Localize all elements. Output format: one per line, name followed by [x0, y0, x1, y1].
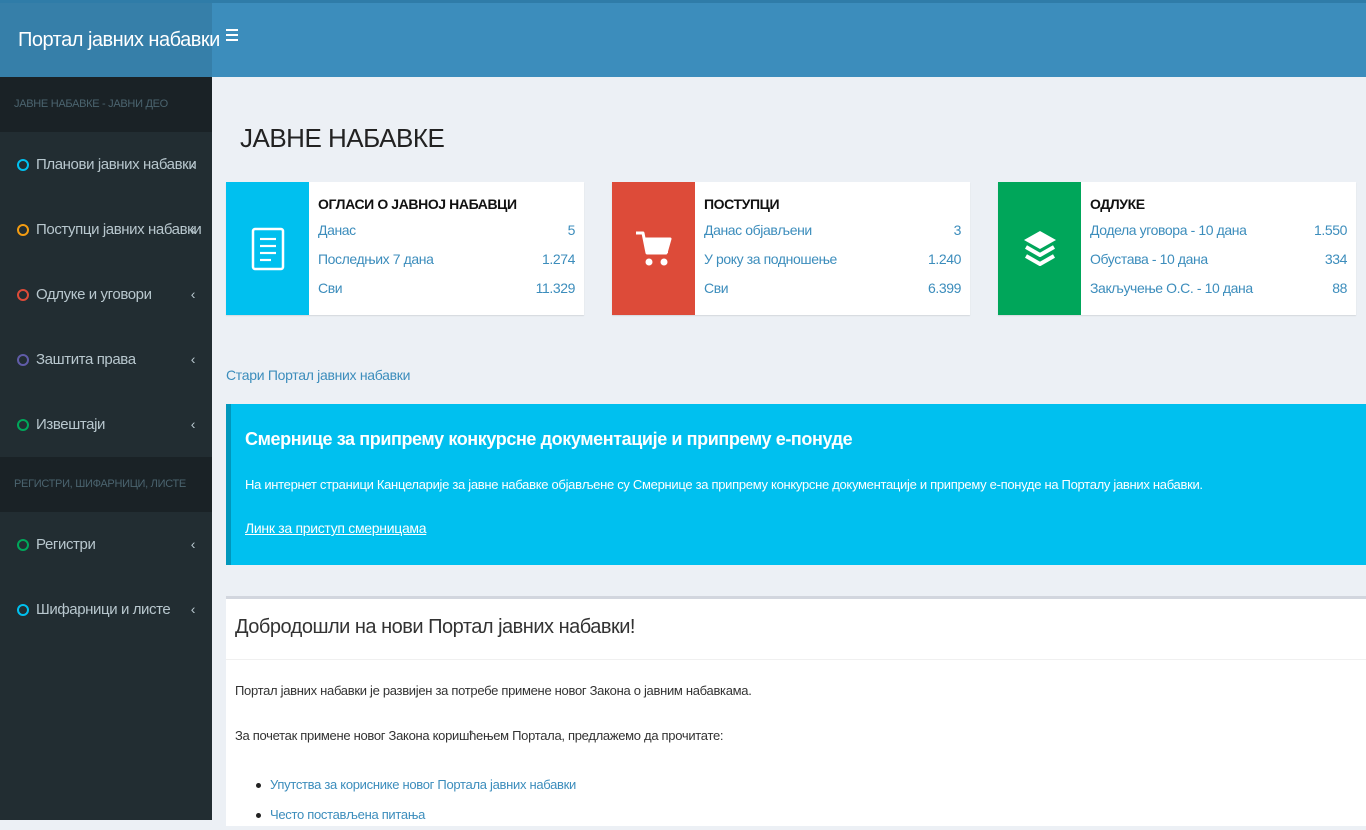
- row-value: 88: [1332, 280, 1347, 296]
- row-label: Обустава - 10 дана: [1090, 251, 1208, 267]
- chevron-left-icon: ‹: [190, 156, 196, 172]
- sidebar-item-label: Одлуке и уговори: [36, 286, 152, 303]
- row-value: 5: [567, 222, 576, 238]
- sidebar-section-registers: РЕГИСТРИ, ШИФАРНИЦИ, ЛИСТЕ: [0, 457, 212, 512]
- chevron-left-icon: ‹: [190, 601, 196, 617]
- row-value: 3: [953, 222, 962, 238]
- info-row-all[interactable]: Сви 6.399: [704, 274, 961, 303]
- app-logo[interactable]: Портал јавних набавки: [0, 3, 220, 77]
- circle-icon: [17, 288, 29, 301]
- faq-link[interactable]: Често постављена питања: [254, 800, 576, 830]
- page-title: ЈАВНЕ НАБАВКЕ: [240, 123, 445, 153]
- callout-title: Смернице за припрему конкурсне документа…: [245, 429, 853, 449]
- bullet-icon: [256, 813, 261, 818]
- welcome-box: Добродошли на нови Портал јавних набавки…: [226, 596, 1366, 826]
- sidebar-item-plans[interactable]: Планови јавних набавки ‹: [0, 132, 212, 197]
- row-value: 1.240: [927, 251, 961, 267]
- chevron-left-icon: ‹: [190, 351, 196, 367]
- sidebar-item-label: Планови јавних набавки: [36, 156, 197, 173]
- row-label: Данас: [318, 222, 356, 238]
- sidebar-item-label: Заштита права: [36, 351, 136, 368]
- circle-icon: [17, 418, 29, 431]
- document-icon: [226, 182, 309, 315]
- info-row-in-deadline[interactable]: У року за подношење 1.240: [704, 245, 961, 274]
- circle-icon: [17, 223, 29, 236]
- sidebar-item-label: Извештаји: [36, 416, 105, 433]
- callout-text: На интернет страници Канцеларије за јавн…: [245, 477, 1203, 492]
- guidelines-callout: Смернице за припрему конкурсне документа…: [226, 404, 1366, 565]
- row-value: 334: [1324, 251, 1348, 267]
- info-row-today-published[interactable]: Данас објављени 3: [704, 216, 961, 245]
- row-label: У року за подношење: [704, 251, 837, 267]
- sidebar-item-decisions[interactable]: Одлуке и уговори ‹: [0, 262, 212, 327]
- info-box-notices: ОГЛАСИ О ЈАВНОЈ НАБАВЦИ Данас 5 Последњи…: [226, 182, 584, 315]
- row-label: Данас објављени: [704, 222, 812, 238]
- sidebar-item-label: Регистри: [36, 536, 96, 553]
- sidebar-item-registers[interactable]: Регистри ‹: [0, 512, 212, 577]
- sidebar-section-public: ЈАВНЕ НАБАВКЕ - ЈАВНИ ДЕО: [0, 77, 212, 132]
- welcome-paragraph-1: Портал јавних набавки је развијен за пот…: [235, 683, 752, 698]
- info-row-suspension[interactable]: Обустава - 10 дана 334: [1090, 245, 1347, 274]
- row-label: Додела уговора - 10 дана: [1090, 222, 1247, 238]
- user-guide-link[interactable]: Упутства за кориснике новог Портала јавн…: [254, 770, 576, 800]
- welcome-title: Добродошли на нови Портал јавних набавки…: [235, 616, 635, 638]
- main-content: ЈАВНЕ НАБАВКЕ ОГЛАСИ О ЈАВНОЈ НАБАВЦИ Да…: [212, 77, 1366, 826]
- link-label: Упутства за кориснике новог Портала јавн…: [270, 777, 577, 792]
- info-box-procedures: ПОСТУПЦИ Данас објављени 3 У року за под…: [612, 182, 970, 315]
- row-label: Последњих 7 дана: [318, 251, 434, 267]
- sidebar-item-codebooks[interactable]: Шифарници и листе ‹: [0, 577, 212, 642]
- row-label: Сви: [704, 280, 729, 296]
- row-value: 6.399: [927, 280, 961, 296]
- sidebar-item-procedures[interactable]: Поступци јавних набавки ‹: [0, 197, 212, 262]
- sidebar-item-label: Поступци јавних набавки: [36, 221, 202, 238]
- chevron-left-icon: ‹: [190, 416, 196, 432]
- info-box-title: ПОСТУПЦИ: [704, 196, 780, 212]
- guidelines-link[interactable]: Линк за приступ смерницама: [245, 520, 427, 536]
- circle-icon: [17, 538, 29, 551]
- info-box-title: ОДЛУКЕ: [1090, 196, 1145, 212]
- chevron-left-icon: ‹: [190, 286, 196, 302]
- layers-icon: [998, 182, 1081, 315]
- circle-icon: [17, 603, 29, 616]
- info-row-today[interactable]: Данас 5: [318, 216, 575, 245]
- info-box-title: ОГЛАСИ О ЈАВНОЈ НАБАВЦИ: [318, 196, 517, 212]
- circle-icon: [17, 353, 29, 366]
- chevron-left-icon: ‹: [190, 221, 196, 237]
- bullet-icon: [256, 783, 261, 788]
- info-row-all[interactable]: Сви 11.329: [318, 274, 575, 303]
- cart-icon: [612, 182, 695, 315]
- top-header: Портал јавних набавки: [0, 0, 1366, 77]
- info-row-framework-agreement[interactable]: Закључење О.С. - 10 дана 88: [1090, 274, 1347, 303]
- sidebar-item-rights-protection[interactable]: Заштита права ‹: [0, 327, 212, 392]
- info-row-contract-award[interactable]: Додела уговора - 10 дана 1.550: [1090, 216, 1347, 245]
- row-value: 11.329: [535, 280, 576, 296]
- row-label: Сви: [318, 280, 343, 296]
- row-value: 1.274: [541, 251, 575, 267]
- menu-toggle-icon[interactable]: [226, 29, 238, 49]
- welcome-paragraph-2: За почетак примене новог Закона коришћењ…: [235, 728, 724, 743]
- sidebar: ЈАВНЕ НАБАВКЕ - ЈАВНИ ДЕО Планови јавних…: [0, 77, 212, 820]
- chevron-left-icon: ‹: [190, 536, 196, 552]
- row-value: 1.550: [1313, 222, 1347, 238]
- circle-icon: [17, 158, 29, 171]
- old-portal-link[interactable]: Стари Портал јавних набавки: [226, 367, 410, 383]
- sidebar-item-reports[interactable]: Извештаји ‹: [0, 392, 212, 457]
- row-label: Закључење О.С. - 10 дана: [1090, 280, 1253, 296]
- divider: [226, 659, 1366, 660]
- info-row-last-7-days[interactable]: Последњих 7 дана 1.274: [318, 245, 575, 274]
- welcome-links: Упутства за кориснике новог Портала јавн…: [254, 770, 576, 830]
- sidebar-item-label: Шифарници и листе: [36, 601, 171, 618]
- info-box-decisions: ОДЛУКЕ Додела уговора - 10 дана 1.550 Об…: [998, 182, 1356, 315]
